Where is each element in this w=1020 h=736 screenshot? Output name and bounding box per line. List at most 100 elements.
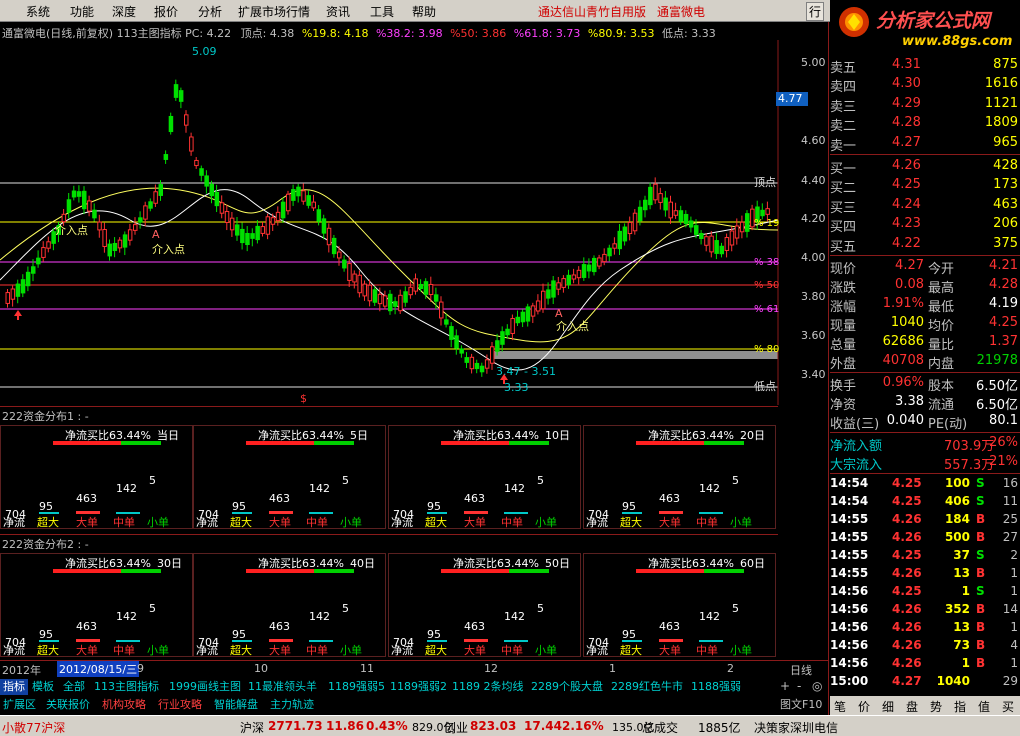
tab-main-force[interactable]: 主力轨迹	[267, 697, 317, 713]
bid-price: 4.24	[892, 196, 921, 212]
tick-time: 14:56	[830, 638, 869, 652]
candle-body	[158, 184, 163, 196]
tab-extended[interactable]: 扩展区	[0, 697, 39, 713]
small-value: 5	[342, 602, 349, 615]
tab-1189-ma[interactable]: 1189 2条均线	[449, 679, 527, 695]
menu-tools[interactable]: 工具	[370, 3, 394, 20]
period-selector[interactable]: 日线	[790, 662, 812, 678]
top-line-label: 顶点	[754, 176, 776, 189]
site-logo: 分析家公式网 www.88gs.com	[830, 0, 1020, 56]
zoom-out-button[interactable]: -	[797, 679, 801, 693]
stat-label: 换手	[830, 379, 857, 394]
small-value: 5	[342, 474, 349, 487]
outflow-bar	[509, 441, 549, 445]
candlestick-chart[interactable]: 5.09 3.47 - 3.51 3.33 介入点 介入点 介入点 A A 顶点…	[0, 40, 800, 405]
medium-value: 142	[116, 482, 137, 495]
super-bar	[232, 640, 252, 642]
menu-help[interactable]: 帮助	[412, 3, 436, 20]
tab-smart[interactable]: 智能解盘	[211, 697, 261, 713]
quote-toggle-button[interactable]: 行	[806, 2, 825, 21]
candle-body	[699, 233, 704, 239]
money-flow-panel: 净流买比63.44% 60日 704 95 463 142 5 净流 超大 大单 中单 小单	[583, 553, 776, 657]
menu-analysis[interactable]: 分析	[198, 3, 222, 20]
stat-row: 涨幅 1.91% 最低 4.19	[830, 295, 1020, 315]
tab-1189-2[interactable]: 1189强弱2	[387, 679, 450, 695]
tick-count: 1	[1010, 620, 1018, 634]
tab-indicator[interactable]: 指标	[0, 679, 28, 695]
tab-1189-5[interactable]: 1189强弱5	[325, 679, 388, 695]
price-tick: 4.00	[801, 251, 826, 264]
tick-count: 27	[1002, 530, 1018, 544]
large-value: 463	[76, 492, 97, 505]
menu-depth[interactable]: 深度	[112, 3, 136, 20]
tab-11[interactable]: 11最准领头羊	[245, 679, 320, 695]
tab-1188[interactable]: 1188强弱	[688, 679, 744, 695]
menu-quote[interactable]: 报价	[154, 3, 178, 20]
zoom-in-button[interactable]: +	[780, 679, 790, 693]
candle-body	[133, 224, 138, 231]
tab-113[interactable]: 113主图指标	[91, 679, 162, 695]
flow-value: 703.9万	[944, 439, 995, 454]
super-bar	[232, 512, 252, 514]
tab-index[interactable]: 指	[954, 698, 966, 715]
tab-2289-market[interactable]: 2289个股大盘	[528, 679, 606, 695]
flow-category-label: 净流	[391, 516, 413, 529]
ask-row: 卖三 4.29 1121	[830, 95, 1020, 115]
menu-extended-market[interactable]: 扩展市场行情	[238, 3, 310, 20]
flow-category-label: 中单	[113, 644, 135, 657]
tab-value[interactable]: 值	[978, 698, 990, 715]
f10-button[interactable]: 图文F10	[777, 697, 825, 713]
outflow-bar	[314, 441, 354, 445]
candle-body	[683, 213, 689, 225]
tick-count: 14	[1002, 602, 1018, 616]
stat-value: 4.27	[895, 258, 924, 273]
candle-body	[372, 289, 378, 303]
entry-point-label-2: 介入点	[152, 243, 185, 256]
outflow-bar	[704, 441, 744, 445]
medium-value: 142	[504, 482, 525, 495]
tab-price[interactable]: 价	[858, 698, 870, 715]
reset-button[interactable]: ◎	[812, 679, 822, 693]
tick-volume: 13	[953, 620, 970, 634]
tab-book[interactable]: 盘	[906, 698, 918, 715]
candle-body	[97, 221, 102, 231]
candle-body	[495, 340, 500, 352]
small-value: 5	[732, 602, 739, 615]
tab-1999[interactable]: 1999画线主图	[166, 679, 244, 695]
super-bar	[427, 640, 447, 642]
tab-industry[interactable]: 行业攻略	[155, 697, 205, 713]
price-tick: 5.00	[801, 56, 826, 69]
fib38-line-label: % 38	[754, 257, 779, 268]
candle-body	[71, 190, 77, 198]
menu-info[interactable]: 资讯	[326, 3, 350, 20]
flow-category-label: 净流	[586, 644, 608, 657]
candle-body	[265, 216, 271, 235]
tab-detail[interactable]: 细	[882, 698, 894, 715]
medium-value: 142	[116, 610, 137, 623]
tab-2289-bull[interactable]: 2289红色牛市	[608, 679, 686, 695]
large-value: 463	[269, 492, 290, 505]
tick-volume: 1	[961, 656, 970, 670]
bid-price: 4.25	[892, 177, 921, 193]
candle-body	[270, 217, 276, 225]
candle-body	[484, 359, 490, 369]
ask-row: 卖五 4.31 875	[830, 56, 1020, 76]
candle-body	[82, 190, 87, 210]
indicator-name[interactable]: 113主图指标	[117, 27, 182, 40]
tab-institution[interactable]: 机构攻略	[99, 697, 149, 713]
large-value: 463	[659, 620, 680, 633]
tab-trend[interactable]: 势	[930, 698, 942, 715]
tab-template[interactable]: 模板	[29, 679, 57, 695]
candle-body	[449, 326, 454, 340]
ask-label: 卖四	[830, 80, 857, 96]
menu-system[interactable]: 系统	[26, 3, 50, 20]
stat-value: 0.96%	[882, 375, 924, 390]
tab-buy[interactable]: 买	[1002, 698, 1014, 715]
menu-function[interactable]: 功能	[70, 3, 94, 20]
money-flow-panel: 净流买比63.44% 10日 704 95 463 142 5 净流 超大 大单 中单 小单	[388, 425, 581, 529]
cursor-date: 2012/08/15/三	[57, 661, 140, 677]
tab-related-quotes[interactable]: 关联报价	[43, 697, 93, 713]
bid-label: 买二	[830, 181, 857, 197]
tab-all[interactable]: 全部	[60, 679, 88, 695]
tab-ticks[interactable]: 笔	[834, 698, 846, 715]
